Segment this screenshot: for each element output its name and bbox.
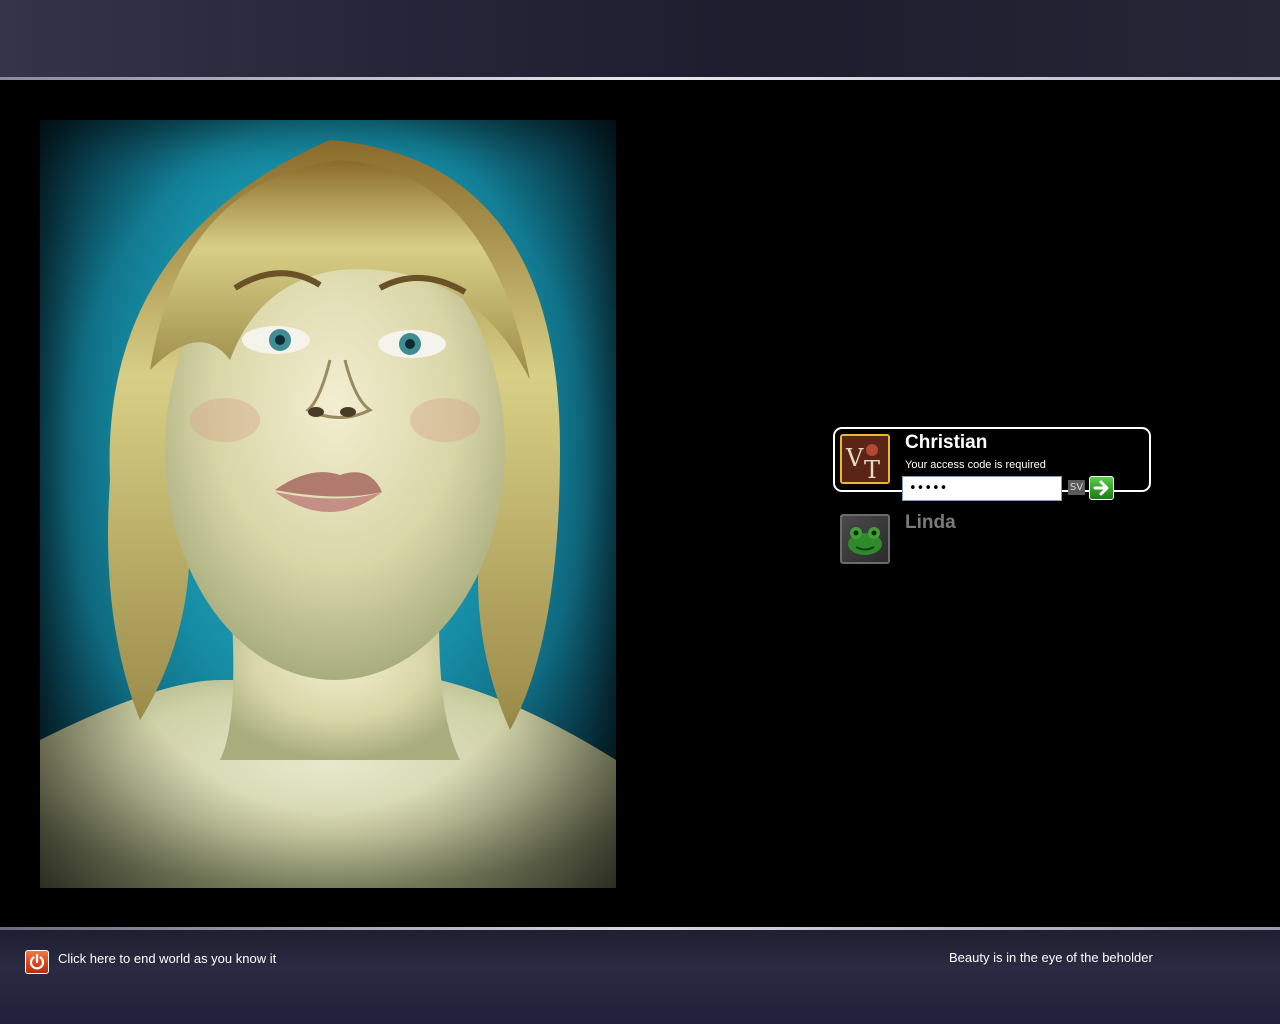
user-name-christian[interactable]: Christian [905,432,987,454]
bottom-band [0,930,1280,1024]
top-band [0,0,1280,78]
shutdown-label[interactable]: Click here to end world as you know it [58,950,276,967]
frog-icon [848,527,882,555]
keyboard-language-indicator[interactable]: SV [1068,480,1085,495]
password-input[interactable] [902,476,1062,501]
user-name-linda[interactable]: Linda [905,512,956,534]
vt-monogram-icon: V T [842,436,888,484]
portrait-illustration [40,120,616,888]
logon-screen: V T Christian Your access code is requir… [0,0,1280,1024]
login-go-button[interactable] [1089,476,1114,500]
top-divider [0,77,1280,80]
shutdown-button[interactable] [25,950,49,974]
svg-text:V: V [845,444,864,472]
svg-text:T: T [864,456,880,482]
right-arrow-icon [1093,480,1109,496]
user-avatar-linda[interactable] [840,514,890,564]
footer-tagline: Beauty is in the eye of the beholder [949,950,1153,965]
portrait-image [40,120,616,888]
access-code-prompt: Your access code is required [905,459,1046,471]
power-icon [29,953,45,970]
user-avatar-christian[interactable]: V T [840,434,890,484]
